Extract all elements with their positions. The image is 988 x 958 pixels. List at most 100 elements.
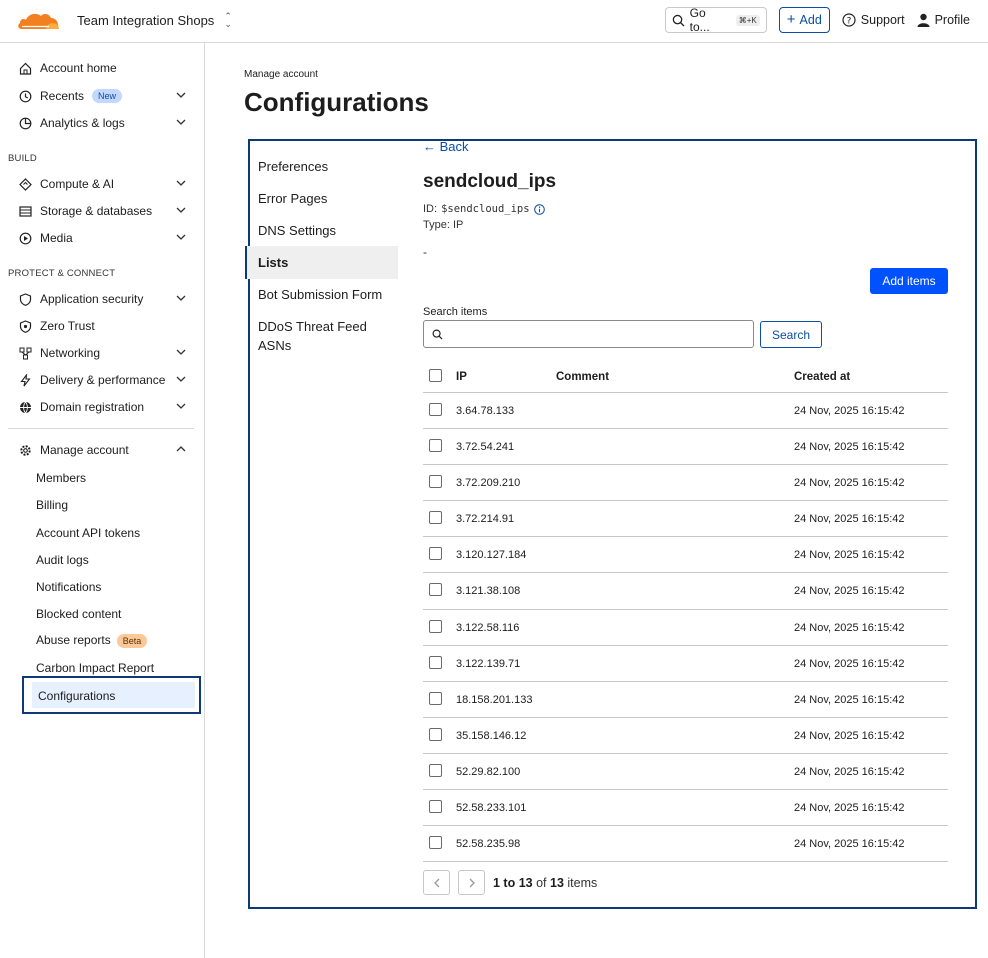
network-icon	[18, 346, 32, 360]
cell-created: 24 Nov, 2025 16:15:42	[794, 477, 905, 490]
table-row: 35.158.146.12 24 Nov, 2025 16:15:42	[423, 718, 948, 754]
row-checkbox[interactable]	[429, 619, 442, 633]
cell-ip: 52.29.82.100	[456, 765, 521, 778]
column-header-ip[interactable]: IP	[456, 371, 467, 383]
subnav-lists[interactable]: Lists	[258, 253, 398, 272]
next-page-button[interactable]	[458, 870, 485, 895]
list-id: ID: $sendcloud_ips	[423, 203, 545, 215]
sidebar-item-delivery[interactable]: Delivery & performance	[8, 367, 194, 393]
cell-created: 24 Nov, 2025 16:15:42	[794, 765, 905, 778]
cell-ip: 3.120.127.184	[456, 549, 527, 562]
row-checkbox[interactable]	[429, 691, 442, 705]
list-id-label: ID:	[423, 203, 438, 215]
list-name-heading: sendcloud_ips	[423, 171, 557, 192]
sidebar-item-zero-trust[interactable]: Zero Trust	[8, 313, 194, 339]
sidebar-item-account-home[interactable]: Account home	[8, 55, 194, 81]
subnav-ddos-threat-feed[interactable]: DDoS Threat Feed ASNs	[258, 317, 398, 355]
subnav-dns-settings[interactable]: DNS Settings	[258, 221, 398, 240]
column-header-created[interactable]: Created at	[794, 371, 850, 383]
cell-created: 24 Nov, 2025 16:15:42	[794, 693, 905, 706]
chevron-down-icon	[176, 92, 186, 98]
column-header-comment[interactable]: Comment	[556, 371, 609, 383]
pagination-of: of	[536, 875, 547, 890]
sidebar-item-label: Analytics & logs	[40, 116, 125, 130]
storage-icon	[18, 204, 32, 218]
row-checkbox[interactable]	[429, 475, 442, 489]
svg-text:?: ?	[846, 17, 851, 27]
info-icon[interactable]	[533, 203, 545, 215]
sidebar-item-label: Recents	[40, 89, 85, 103]
chevron-up-icon	[176, 446, 186, 452]
sidebar-item-label: Account home	[40, 61, 117, 75]
sidebar-item-domain-registration[interactable]: Domain registration	[8, 394, 194, 420]
zero-trust-icon	[18, 319, 32, 333]
profile-link[interactable]: Profile	[917, 13, 970, 27]
pagination-unit: items	[567, 875, 598, 890]
chevron-left-icon	[433, 878, 439, 887]
table-row: 3.72.214.91 24 Nov, 2025 16:15:42	[423, 501, 948, 538]
sidebar-item-compute[interactable]: Compute & AI	[8, 171, 194, 197]
row-checkbox[interactable]	[429, 763, 442, 777]
chevron-down-icon	[176, 180, 186, 186]
sidebar-item-recents[interactable]: Recents New	[8, 83, 194, 109]
sidebar-subitem-configurations[interactable]: Configurations	[22, 676, 201, 714]
row-checkbox[interactable]	[429, 403, 442, 416]
subnav-preferences[interactable]: Preferences	[258, 157, 398, 176]
sidebar-item-media[interactable]: Media	[8, 225, 194, 251]
subnav-error-pages[interactable]: Error Pages	[258, 189, 398, 208]
sidebar-subitem-api-tokens[interactable]: Account API tokens	[36, 526, 140, 540]
analytics-icon	[18, 116, 32, 130]
search-field[interactable]	[423, 320, 754, 348]
row-checkbox[interactable]	[429, 727, 442, 741]
compute-icon	[18, 177, 32, 191]
cell-created: 24 Nov, 2025 16:15:42	[794, 621, 905, 634]
sidebar-item-manage-account[interactable]: Manage account	[8, 437, 194, 463]
prev-page-button[interactable]	[423, 870, 450, 895]
sidebar-divider	[8, 428, 194, 429]
cell-ip: 18.158.201.133	[456, 693, 533, 706]
cloudflare-logo-icon[interactable]	[16, 9, 60, 31]
row-checkbox[interactable]	[429, 583, 442, 597]
search-button[interactable]: Search	[760, 321, 822, 348]
row-checkbox[interactable]	[429, 439, 442, 453]
sidebar-item-label: Manage account	[40, 443, 129, 457]
sidebar-item-storage[interactable]: Storage & databases	[8, 198, 194, 224]
lightning-icon	[18, 373, 32, 387]
sidebar-item-app-security[interactable]: Application security	[8, 286, 194, 312]
add-button[interactable]: + Add	[778, 7, 830, 33]
sidebar-subitem-notifications[interactable]: Notifications	[36, 580, 101, 594]
sidebar-subitem-members[interactable]: Members	[36, 471, 86, 485]
sidebar-item-analytics[interactable]: Analytics & logs	[8, 110, 194, 136]
row-checkbox[interactable]	[429, 800, 442, 814]
row-checkbox[interactable]	[429, 547, 442, 561]
page-title: Configurations	[244, 87, 429, 117]
chevron-down-icon	[176, 349, 186, 355]
cell-created: 24 Nov, 2025 16:15:42	[794, 802, 905, 815]
sidebar-subitem-blocked-content[interactable]: Blocked content	[36, 607, 121, 621]
row-checkbox[interactable]	[429, 655, 442, 669]
subnav-bot-submission-form[interactable]: Bot Submission Form	[258, 285, 398, 304]
list-type: Type: IP	[423, 219, 464, 231]
cell-ip: 3.122.139.71	[456, 657, 521, 670]
sidebar-subitem-abuse-reports[interactable]: Abuse reports Beta	[36, 633, 148, 648]
back-link[interactable]: ← Back	[423, 139, 469, 154]
row-checkbox[interactable]	[429, 836, 442, 850]
select-all-checkbox[interactable]	[429, 369, 442, 382]
sidebar-item-networking[interactable]: Networking	[8, 340, 194, 366]
add-items-button[interactable]: Add items	[870, 268, 948, 294]
search-input[interactable]	[447, 322, 753, 346]
sidebar-subitem-billing[interactable]: Billing	[36, 498, 68, 512]
row-checkbox[interactable]	[429, 511, 442, 525]
sidebar-subitem-carbon-report[interactable]: Carbon Impact Report	[36, 661, 154, 675]
sidebar-subitem-audit-logs[interactable]: Audit logs	[36, 553, 89, 567]
pagination-range: 1 to 13	[493, 875, 533, 890]
account-switcher[interactable]: Team Integration Shops ⌃ ⌄	[77, 12, 232, 29]
sidebar-item-label: Domain registration	[40, 400, 145, 414]
sidebar-item-label: Compute & AI	[40, 177, 115, 191]
support-link[interactable]: ? Support	[842, 13, 905, 27]
goto-button[interactable]: Go to... ⌘+K	[664, 6, 767, 34]
table-row: 3.122.58.116 24 Nov, 2025 16:15:42	[423, 610, 948, 646]
top-bar: Team Integration Shops ⌃ ⌄ Go to... ⌘+K +…	[0, 0, 988, 43]
cell-ip: 3.72.214.91	[456, 513, 515, 526]
breadcrumb[interactable]: Manage account	[244, 69, 318, 80]
